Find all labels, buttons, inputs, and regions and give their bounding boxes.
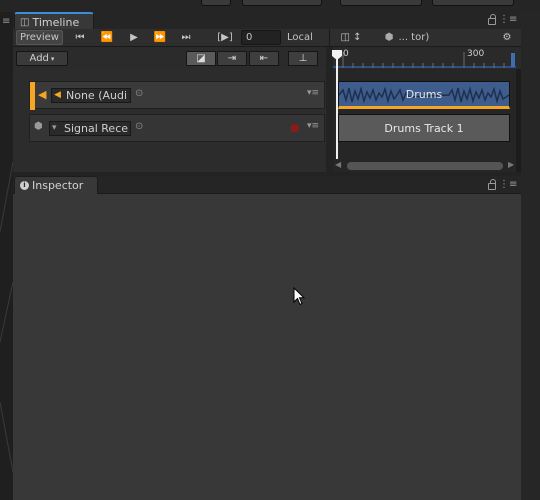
speaker-icon: ◀ bbox=[38, 88, 47, 101]
splitter[interactable] bbox=[326, 47, 333, 172]
lock-icon[interactable] bbox=[488, 14, 496, 25]
top-toolbar-button[interactable] bbox=[201, 0, 231, 6]
top-toolbar-button[interactable] bbox=[242, 0, 322, 6]
scroll-right-icon[interactable]: ▶ bbox=[508, 160, 514, 169]
time-mode-label: Local bbox=[287, 32, 313, 43]
top-toolbar-button[interactable] bbox=[432, 0, 514, 6]
audio-icon: ◀ bbox=[54, 90, 61, 100]
track-name: None (Audi bbox=[66, 89, 128, 102]
go-to-end-icon[interactable]: ⏭ bbox=[175, 30, 197, 45]
replace-mode-icon[interactable]: ⇤ bbox=[249, 51, 279, 66]
horizontal-scrollbar[interactable]: ◀ ▶ bbox=[333, 160, 516, 172]
lock-icon[interactable] bbox=[488, 179, 496, 190]
inspector-panel bbox=[13, 194, 521, 500]
menu-icon[interactable]: ≡ bbox=[2, 16, 10, 27]
ruler-label: 300 bbox=[467, 49, 485, 59]
scrollbar-thumb[interactable] bbox=[347, 162, 503, 170]
preview-label: Preview bbox=[20, 32, 59, 43]
target-icon[interactable]: ⊙ bbox=[135, 88, 143, 99]
clip-drums[interactable]: Drums bbox=[338, 81, 510, 109]
cube-icon: ⬢ bbox=[34, 121, 43, 132]
timeline-toolbar: Preview ⏮ ⏪ ▶ ⏩ ⏭ [▶] 0 Local ◫ ↕ ⬢ ... … bbox=[13, 29, 521, 47]
clip-label: Drums Track 1 bbox=[384, 121, 464, 135]
scene-view-edge: ≡ bbox=[0, 12, 13, 500]
play-range-icon[interactable]: [▶] bbox=[213, 30, 237, 45]
tab-timeline[interactable]: ◫ Timeline bbox=[14, 12, 94, 30]
ripple-mode-icon[interactable]: ⇥ bbox=[217, 51, 247, 66]
tab-timeline-label: Timeline bbox=[32, 15, 80, 29]
previous-frame-icon[interactable]: ⏪ bbox=[96, 30, 118, 45]
dropdown-icon: ▾ bbox=[52, 123, 57, 133]
divider bbox=[329, 29, 330, 46]
time-mode-dropdown[interactable]: Local bbox=[281, 30, 319, 45]
track-name: Signal Rece bbox=[64, 122, 129, 135]
clip-drums-track-1[interactable]: Drums Track 1 bbox=[338, 114, 510, 142]
track-signal[interactable]: ⬢ ▾ Signal Rece ⊙ ● ▾≡ bbox=[29, 114, 325, 142]
playhead[interactable] bbox=[336, 50, 338, 159]
top-toolbar-button[interactable] bbox=[340, 0, 422, 6]
track-binding-field[interactable]: ◀ None (Audi bbox=[51, 88, 131, 103]
track-menu-icon[interactable]: ▾≡ bbox=[307, 88, 319, 98]
director-dropdown[interactable]: ⬢ ... tor) bbox=[378, 30, 436, 45]
track-binding-field[interactable]: ▾ Signal Rece bbox=[49, 121, 131, 136]
preview-button[interactable]: Preview bbox=[16, 30, 63, 45]
tab-inspector-label: Inspector bbox=[32, 179, 84, 192]
clip-label: Drums bbox=[405, 87, 443, 101]
track-color-bar bbox=[30, 82, 35, 110]
add-label: Add bbox=[29, 53, 49, 64]
play-icon[interactable]: ▶ bbox=[123, 30, 145, 45]
panel-menu-icon[interactable]: ⋮≡ bbox=[499, 179, 517, 190]
director-label: ... tor) bbox=[398, 32, 430, 43]
frame-field[interactable]: 0 bbox=[241, 30, 281, 45]
frame-value: 0 bbox=[246, 32, 253, 43]
time-ruler[interactable]: 0 300 bbox=[333, 47, 516, 69]
cube-icon: ⬢ bbox=[384, 32, 394, 43]
mix-mode-icon[interactable]: ◪ bbox=[186, 51, 216, 66]
track-menu-icon[interactable]: ▾≡ bbox=[307, 121, 319, 131]
tab-inspector[interactable]: i Inspector bbox=[14, 176, 98, 194]
target-icon[interactable]: ⊙ bbox=[135, 121, 143, 132]
next-frame-icon[interactable]: ⏩ bbox=[149, 30, 171, 45]
pin-icon[interactable]: ⊥ bbox=[288, 51, 318, 66]
track-audio[interactable]: ◀ ◀ None (Audi ⊙ ▾≡ bbox=[29, 81, 325, 110]
right-panel-edge bbox=[521, 12, 540, 500]
ruler-label: 0 bbox=[343, 49, 349, 59]
panel-menu-icon[interactable]: ⋮≡ bbox=[499, 14, 517, 25]
add-button[interactable]: Add ▾ bbox=[16, 51, 68, 66]
record-icon[interactable]: ● bbox=[290, 121, 300, 134]
timeline-icon: ◫ bbox=[20, 16, 30, 28]
go-to-start-icon[interactable]: ⏮ bbox=[69, 30, 91, 45]
gear-icon[interactable]: ⚙ bbox=[497, 30, 517, 45]
timeline-selector-dropdown[interactable]: ◫ ↕ bbox=[336, 30, 366, 45]
scroll-left-icon[interactable]: ◀ bbox=[335, 160, 341, 169]
info-icon: i bbox=[20, 181, 29, 190]
